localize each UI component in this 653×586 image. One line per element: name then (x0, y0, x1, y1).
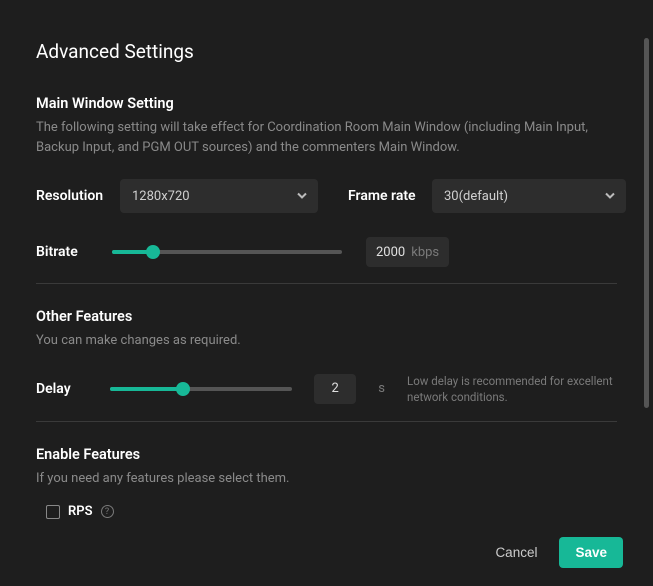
frame-rate-select[interactable]: 30(default) (432, 179, 626, 213)
other-features-description: You can make changes as required. (36, 331, 617, 351)
rps-label: RPS (68, 504, 93, 519)
bitrate-slider[interactable] (112, 242, 342, 262)
main-window-heading: Main Window Setting (36, 95, 617, 112)
rps-checkbox[interactable] (46, 505, 60, 519)
delay-value: 2 (332, 381, 339, 396)
bitrate-input[interactable]: 2000 kbps (366, 237, 449, 267)
delay-slider[interactable] (110, 379, 292, 399)
main-window-section: Main Window Setting The following settin… (36, 95, 617, 267)
dialog-title: Advanced Settings (36, 40, 617, 63)
divider (36, 421, 617, 422)
other-features-section: Other Features You can make changes as r… (36, 308, 617, 405)
bitrate-unit: kbps (411, 245, 439, 260)
chevron-down-icon (604, 187, 616, 206)
delay-input[interactable]: 2 (314, 374, 356, 404)
resolution-value: 1280x720 (132, 189, 190, 204)
delay-unit: s (378, 381, 385, 396)
divider (36, 283, 617, 284)
delay-hint: Low delay is recommended for excellent n… (407, 373, 617, 405)
enable-features-description: If you need any features please select t… (36, 469, 617, 489)
delay-label: Delay (36, 381, 88, 397)
scrollbar[interactable] (644, 38, 649, 408)
enable-features-heading: Enable Features (36, 446, 617, 463)
chevron-down-icon (296, 187, 308, 206)
other-features-heading: Other Features (36, 308, 617, 325)
cancel-button[interactable]: Cancel (489, 537, 543, 568)
advanced-settings-dialog: Advanced Settings Main Window Setting Th… (0, 0, 653, 586)
resolution-select[interactable]: 1280x720 (120, 179, 318, 213)
enable-features-section: Enable Features If you need any features… (36, 446, 617, 520)
bitrate-label: Bitrate (36, 244, 88, 260)
help-icon[interactable]: ? (101, 505, 114, 518)
bitrate-value: 2000 (376, 245, 405, 260)
save-button[interactable]: Save (559, 537, 623, 568)
main-window-description: The following setting will take effect f… (36, 118, 617, 157)
frame-rate-label: Frame rate (348, 188, 418, 204)
dialog-footer: Cancel Save (489, 537, 623, 568)
frame-rate-value: 30(default) (444, 189, 508, 204)
resolution-label: Resolution (36, 188, 106, 204)
